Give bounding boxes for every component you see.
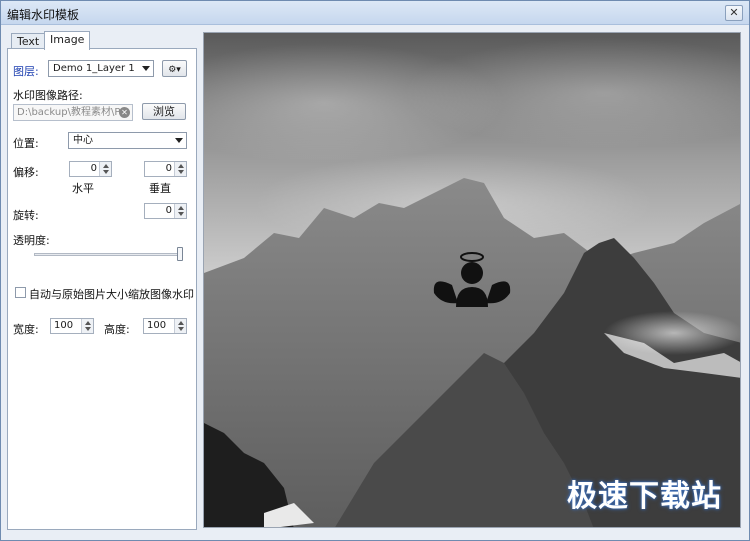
chevron-down-icon: [175, 138, 183, 143]
rotation-value: 0: [165, 205, 172, 216]
chevron-down-icon: [142, 66, 150, 71]
gear-icon: ⚙▾: [168, 65, 181, 75]
arrow-up-icon[interactable]: [178, 164, 184, 168]
site-watermark: 极速下载站: [567, 479, 722, 514]
stepper-arrows: [99, 162, 111, 176]
position-label: 位置:: [13, 137, 39, 150]
close-icon: ✕: [729, 6, 739, 19]
layer-label: 图层:: [13, 65, 39, 78]
offset-horizontal-stepper[interactable]: 0: [69, 161, 112, 177]
stepper-arrows: [81, 319, 93, 333]
width-label: 宽度:: [13, 323, 39, 336]
layer-settings-button[interactable]: ⚙▾: [162, 60, 187, 77]
stepper-arrows: [174, 162, 186, 176]
stepper-arrows: [174, 204, 186, 218]
offset-vertical-stepper[interactable]: 0: [144, 161, 187, 177]
browse-button[interactable]: 浏览: [142, 103, 186, 120]
auto-scale-checkbox[interactable]: [15, 287, 26, 298]
image-path-value: D:\backup\教程素材\PI: [17, 107, 124, 118]
layer-select[interactable]: Demo 1_Layer 1: [48, 60, 154, 77]
offset-vertical-value: 0: [165, 163, 172, 174]
arrow-down-icon[interactable]: [178, 170, 184, 174]
image-path-label: 水印图像路径:: [13, 89, 83, 102]
arrow-up-icon[interactable]: [85, 321, 91, 325]
close-button[interactable]: ✕: [725, 5, 743, 21]
tab-image[interactable]: Image: [44, 31, 91, 50]
auto-scale-label: 自动与原始图片大小缩放图像水印: [29, 288, 194, 301]
arrow-down-icon[interactable]: [178, 327, 184, 331]
position-select-value: 中心: [73, 135, 93, 146]
offset-vertical-label: 垂直: [149, 182, 171, 195]
height-label: 高度:: [104, 323, 130, 336]
edit-watermark-template-window: 编辑水印模板 ✕ Text Image 图层: Demo 1_Layer 1 ⚙…: [0, 0, 750, 541]
offset-horizontal-label: 水平: [72, 182, 94, 195]
opacity-slider-thumb[interactable]: [177, 247, 183, 261]
tab-text[interactable]: Text: [11, 33, 46, 49]
height-stepper[interactable]: 100: [143, 318, 187, 334]
arrow-down-icon[interactable]: [103, 170, 109, 174]
opacity-label: 透明度:: [13, 234, 50, 247]
arrow-up-icon[interactable]: [103, 164, 109, 168]
offset-horizontal-value: 0: [90, 163, 97, 174]
width-stepper[interactable]: 100: [50, 318, 94, 334]
rotation-label: 旋转:: [13, 209, 39, 222]
arrow-up-icon[interactable]: [178, 321, 184, 325]
title-bar: 编辑水印模板 ✕: [1, 1, 749, 25]
image-path-field[interactable]: D:\backup\教程素材\PI ✕: [13, 104, 133, 121]
layer-select-value: Demo 1_Layer 1: [53, 63, 135, 74]
stepper-arrows: [174, 319, 186, 333]
width-value: 100: [54, 320, 74, 331]
position-select[interactable]: 中心: [68, 132, 187, 149]
opacity-slider-track[interactable]: [34, 253, 182, 256]
height-value: 100: [147, 320, 167, 331]
arrow-down-icon[interactable]: [178, 212, 184, 216]
rotation-stepper[interactable]: 0: [144, 203, 187, 219]
window-title: 编辑水印模板: [7, 8, 80, 22]
mountain-photo: [204, 33, 740, 527]
arrow-down-icon[interactable]: [85, 327, 91, 331]
watermark-preview[interactable]: 极速下载站: [203, 32, 741, 528]
clear-icon[interactable]: ✕: [119, 107, 130, 118]
arrow-up-icon[interactable]: [178, 206, 184, 210]
offset-label: 偏移:: [13, 166, 39, 179]
